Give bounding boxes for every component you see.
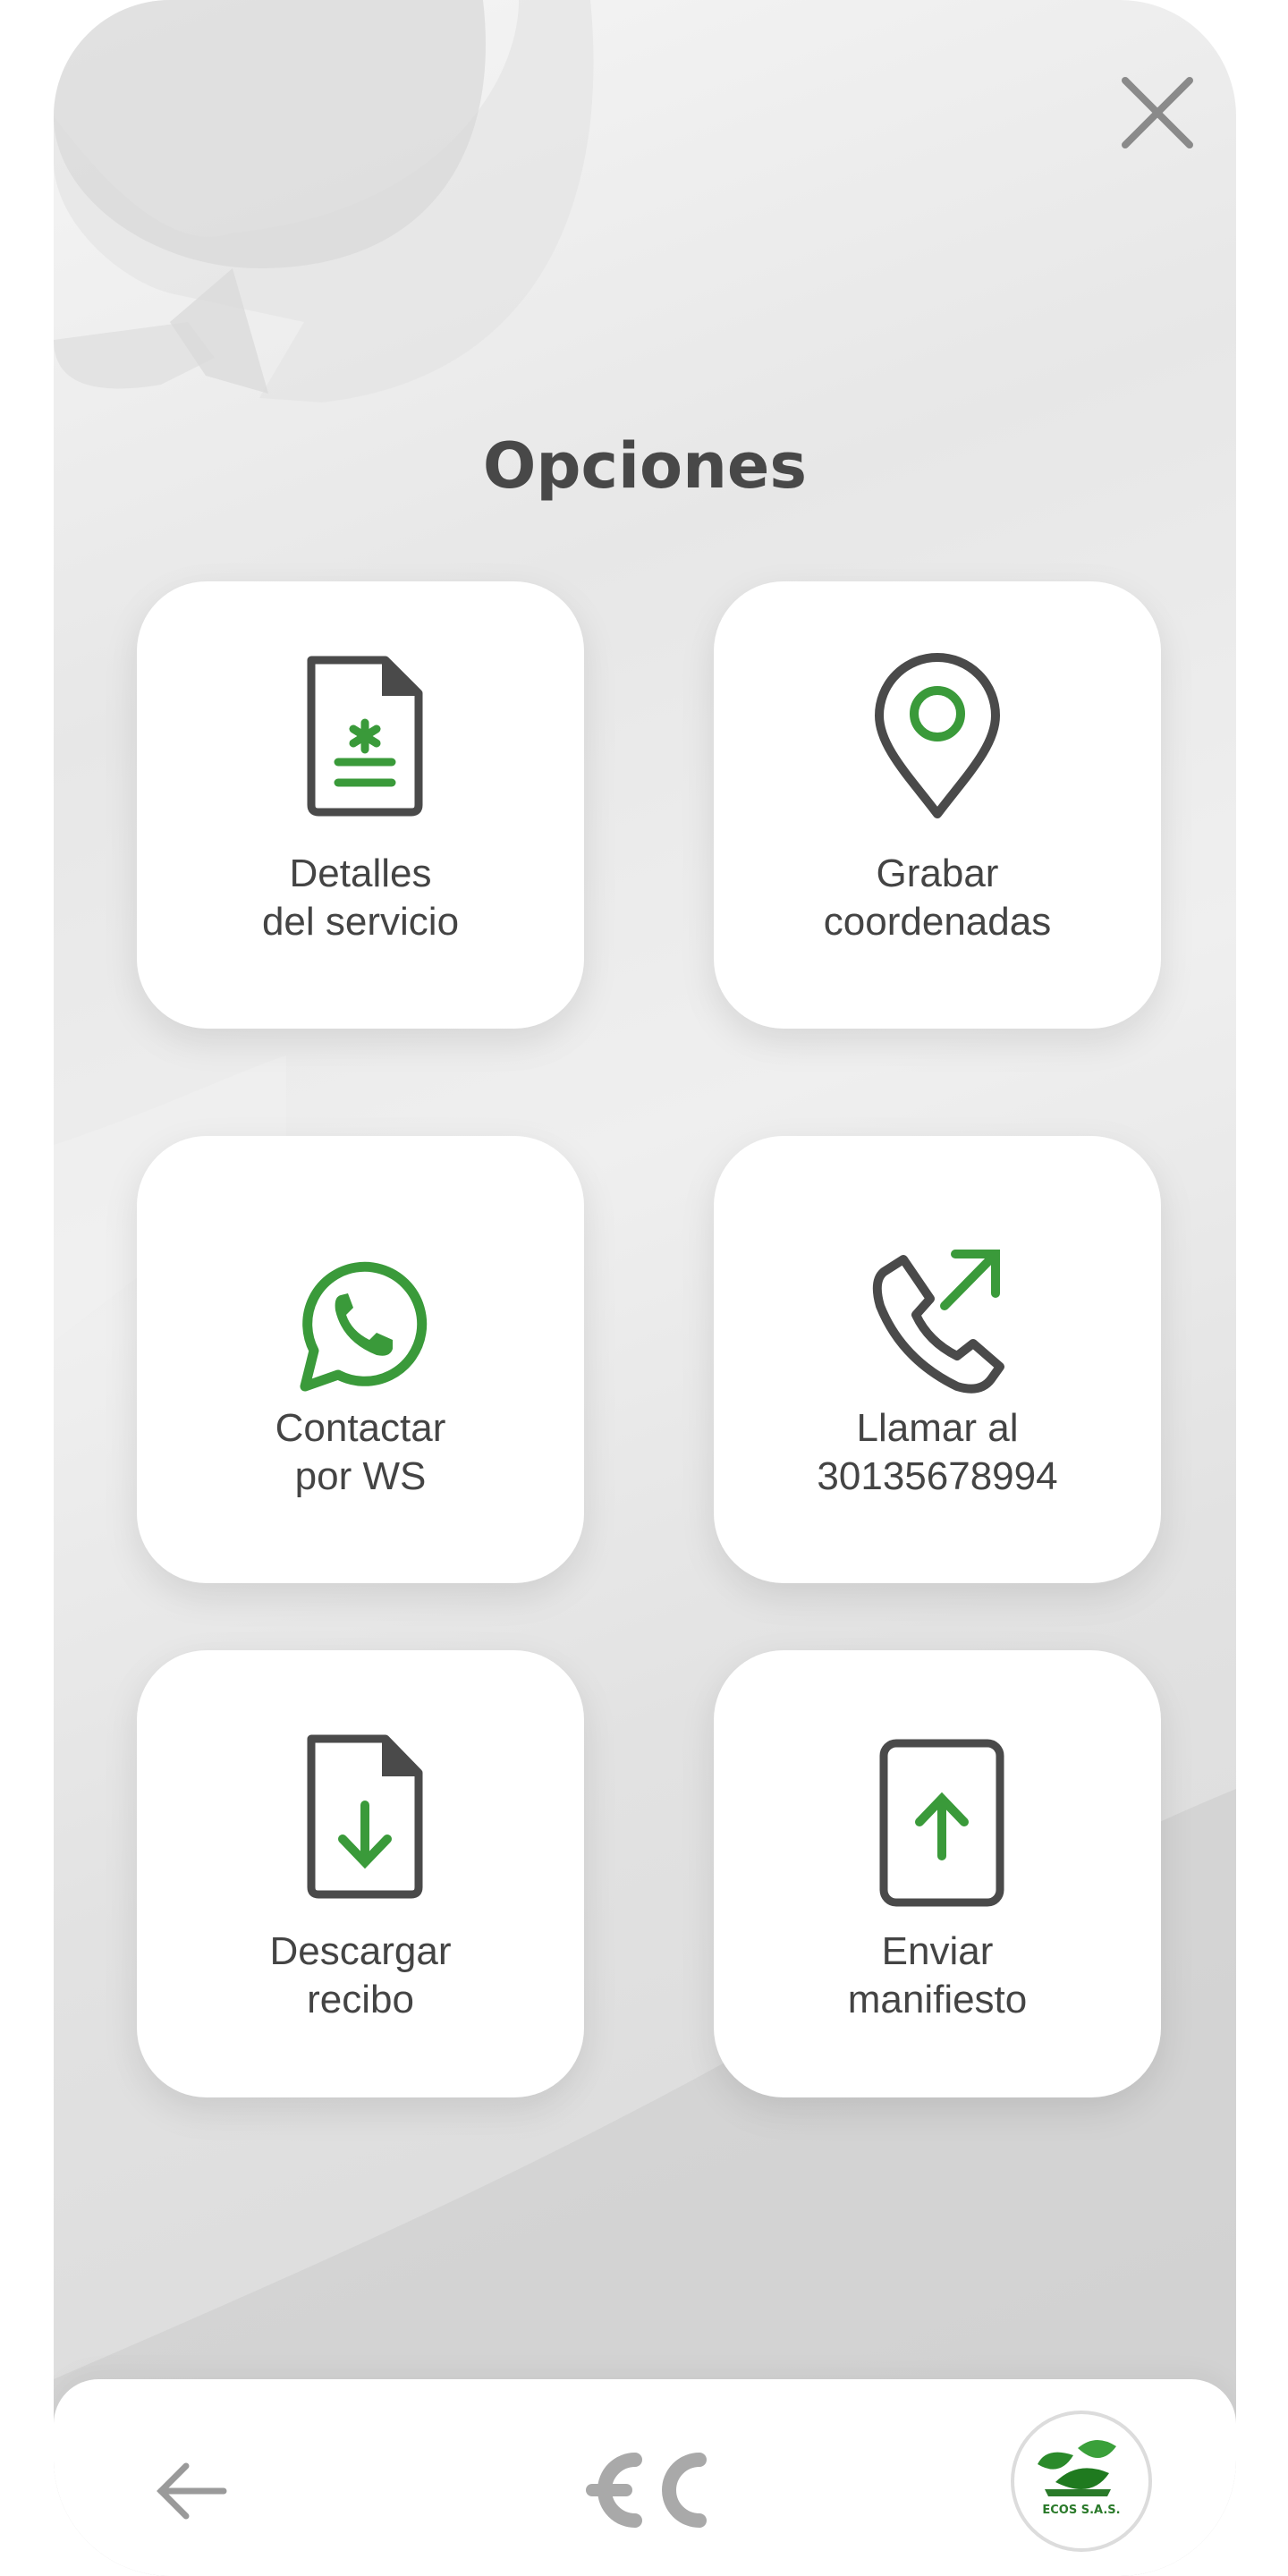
arrow-left-icon <box>157 2462 227 2520</box>
option-card-record-coordinates[interactable]: Grabar coordenadas <box>714 581 1161 1029</box>
option-label-line2: por WS <box>294 1454 427 1498</box>
option-card-send-manifest[interactable]: Enviar manifiesto <box>714 1650 1161 2097</box>
option-label-line2: manifiesto <box>847 1978 1028 2021</box>
close-icon <box>1122 77 1193 148</box>
bottom-navigation: ECOS S.A.S. <box>54 2379 1236 2576</box>
option-card-contact-whatsapp[interactable]: Contactar por WS <box>137 1136 584 1583</box>
phone-upload-icon <box>879 1739 1004 1907</box>
option-card-call-number[interactable]: Llamar al 30135678994 <box>714 1136 1161 1583</box>
page-title: Opciones <box>482 429 808 503</box>
home-button[interactable] <box>580 2433 714 2549</box>
option-label-line2: coordenadas <box>823 900 1052 944</box>
option-card-download-receipt[interactable]: Descargar recibo <box>137 1650 584 2097</box>
close-button[interactable] <box>1116 72 1199 154</box>
location-pin-icon <box>875 653 1000 818</box>
option-label-line1: Detalles <box>289 852 432 895</box>
leaf-logo-icon <box>1038 2439 1116 2496</box>
options-screen: Opciones Detalles del servicio Grabar co… <box>54 0 1236 2576</box>
option-label-line1: Grabar <box>876 852 999 895</box>
brand-text: ECOS S.A.S. <box>1042 2504 1121 2517</box>
option-label-line2: recibo <box>307 1978 414 2021</box>
whatsapp-icon <box>300 1261 428 1392</box>
brand-logo-button[interactable]: ECOS S.A.S. <box>1011 2411 1152 2552</box>
document-medical-icon <box>307 656 423 817</box>
option-label-line2: 30135678994 <box>817 1454 1058 1498</box>
option-label-line1: Contactar <box>275 1406 446 1450</box>
phone-outgoing-icon <box>872 1250 1004 1394</box>
document-download-icon <box>307 1734 423 1899</box>
option-card-service-details[interactable]: Detalles del servicio <box>137 581 584 1029</box>
option-label-line1: Descargar <box>269 1929 452 1973</box>
back-button[interactable] <box>143 2442 242 2540</box>
option-label-line2: del servicio <box>261 900 460 944</box>
app-logo-icon <box>586 2453 707 2528</box>
option-label-line1: Llamar al <box>856 1406 1019 1450</box>
option-label-line1: Enviar <box>881 1929 994 1973</box>
